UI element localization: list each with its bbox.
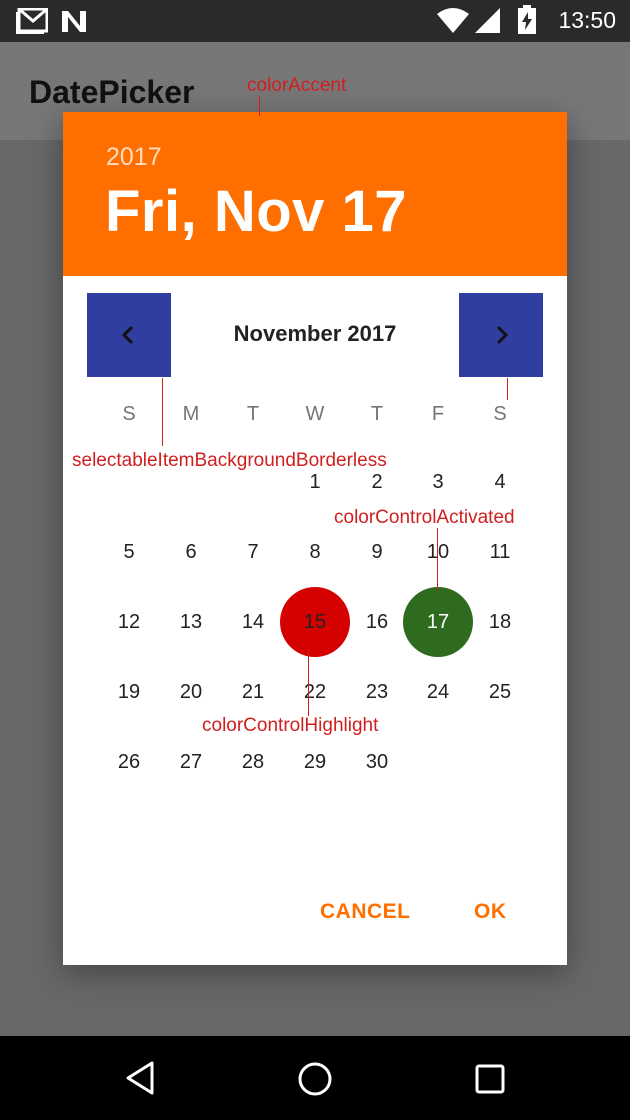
day-cell[interactable]: 12: [94, 587, 164, 657]
n-icon: [62, 11, 86, 32]
annotation-line-activated: [437, 528, 438, 590]
battery-charging-icon: [518, 5, 536, 34]
day-cell[interactable]: 7: [218, 517, 288, 587]
weekday-label: M: [182, 403, 200, 425]
annotation-line-highlight: [308, 650, 309, 716]
back-icon[interactable]: [124, 1060, 156, 1096]
day-cell[interactable]: 6: [156, 517, 226, 587]
day-cell[interactable]: 25: [465, 657, 535, 727]
header-date[interactable]: Fri, Nov 17: [105, 178, 407, 245]
day-cell[interactable]: 13: [156, 587, 226, 657]
annotation-color-control-highlight: colorControlHighlight: [202, 715, 379, 736]
day-cell[interactable]: 28: [218, 727, 288, 797]
annotation-color-accent: colorAccent: [247, 75, 347, 96]
status-time: 13:50: [558, 7, 616, 33]
day-cell[interactable]: 5: [94, 517, 164, 587]
recents-icon[interactable]: [474, 1063, 506, 1095]
day-cell[interactable]: 19: [94, 657, 164, 727]
weekday-label: S: [493, 403, 507, 425]
weekday-label: F: [431, 403, 445, 425]
header-year[interactable]: 2017: [106, 143, 162, 172]
status-bar: 13:50: [0, 0, 630, 42]
day-cell[interactable]: 24: [403, 657, 473, 727]
gmail-icon: [16, 8, 48, 34]
day-cell-pressed[interactable]: 15: [280, 587, 350, 657]
day-cell[interactable]: 27: [156, 727, 226, 797]
annotation-selectable-item-background: selectableItemBackgroundBorderless: [72, 450, 387, 471]
ok-button[interactable]: OK: [474, 900, 507, 924]
chevron-left-icon: [121, 325, 134, 345]
weekday-label: W: [305, 403, 325, 425]
weekday-label: T: [246, 403, 260, 425]
day-cell-selected[interactable]: 17: [403, 587, 473, 657]
previous-month-button[interactable]: [87, 293, 171, 377]
annotation-line-selectable-right: [507, 378, 508, 400]
day-cell[interactable]: 16: [342, 587, 412, 657]
annotation-line-selectable: [162, 378, 163, 446]
day-cell[interactable]: 30: [342, 727, 412, 797]
day-cell[interactable]: 26: [94, 727, 164, 797]
next-month-button[interactable]: [459, 293, 543, 377]
date-picker-dialog: 2017 Fri, Nov 17 November 2017 S M T W T F S 1…: [63, 112, 567, 965]
navigation-bar: [0, 1036, 630, 1120]
dialog-header: 2017 Fri, Nov 17: [63, 112, 567, 276]
month-title: November 2017: [233, 321, 397, 346]
cancel-button[interactable]: CANCEL: [320, 900, 411, 924]
weekday-label: T: [370, 403, 384, 425]
day-cell[interactable]: 29: [280, 727, 350, 797]
wifi-icon: [437, 8, 469, 33]
day-cell[interactable]: 14: [218, 587, 288, 657]
signal-icon: [475, 8, 500, 33]
chevron-right-icon: [496, 325, 509, 345]
home-icon[interactable]: [297, 1061, 333, 1097]
annotation-line-accent: [259, 96, 260, 116]
weekday-label: S: [122, 403, 136, 425]
day-cell[interactable]: 18: [465, 587, 535, 657]
app-title: DatePicker: [29, 74, 195, 110]
annotation-color-control-activated: colorControlActivated: [334, 507, 515, 528]
